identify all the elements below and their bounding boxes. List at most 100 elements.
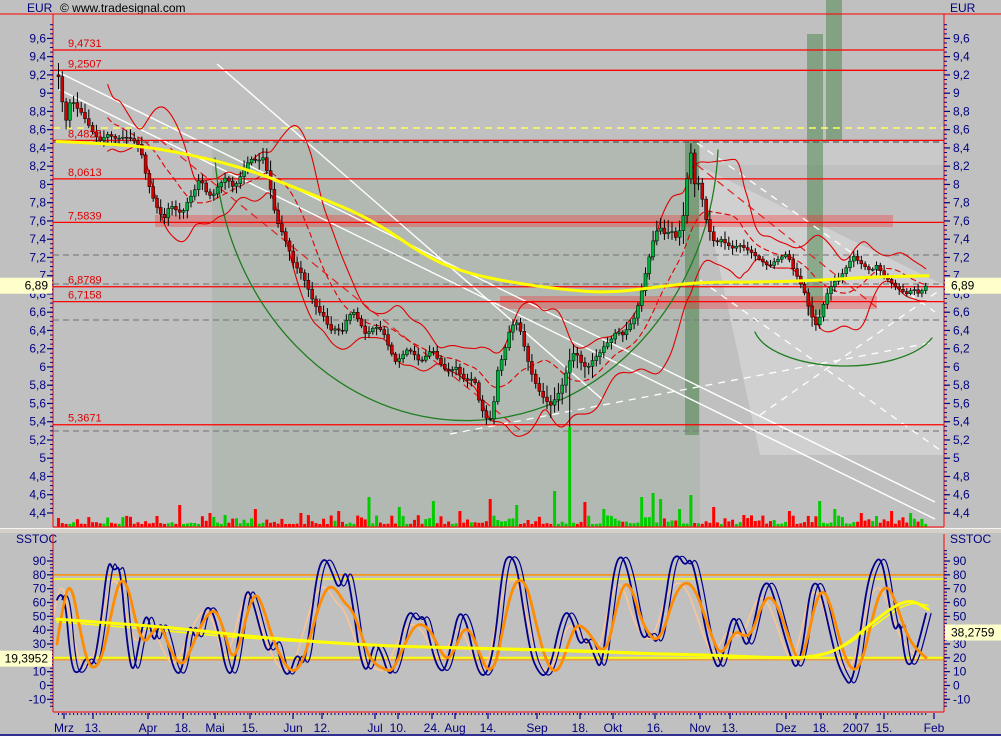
sstoc-y-tick-label: 60 <box>33 595 47 609</box>
main-y-tick-label: 7,4 <box>29 232 46 246</box>
sstoc-y-tick-label: 70 <box>33 582 47 596</box>
main-y-tick-label: 6,2 <box>29 342 46 356</box>
price-level-label: 6,8789 <box>68 275 102 287</box>
price-level-label: 9,4731 <box>68 38 102 50</box>
main-y-tick-label: 8 <box>39 177 46 191</box>
x-axis-label: 18. <box>813 721 830 735</box>
x-axis-label: 24. <box>424 721 441 735</box>
main-y-tick-label: 8,8 <box>953 104 970 118</box>
main-y-tick-label: 8,8 <box>29 104 46 118</box>
main-y-tick-label: 6,4 <box>953 323 970 337</box>
sstoc-y-tick-label: 10 <box>953 665 967 679</box>
x-axis-label: Nov <box>689 721 710 735</box>
price-level-label: 5,3671 <box>68 413 102 425</box>
main-y-tick-label: 9,2 <box>29 68 46 82</box>
main-y-tick-label: 6,2 <box>953 342 970 356</box>
main-y-tick-label: 4,8 <box>953 469 970 483</box>
main-y-tick-label: 4,4 <box>29 506 46 520</box>
x-axis-label: 15. <box>876 721 893 735</box>
main-y-tick-label: 4,6 <box>953 488 970 502</box>
main-y-tick-label: 9,6 <box>953 31 970 45</box>
sstoc-y-tick-label: 20 <box>953 651 967 665</box>
price-level-label: 7,5839 <box>68 210 102 222</box>
main-y-tick-label: 9,6 <box>29 31 46 45</box>
main-y-tick-label: 7,6 <box>29 214 46 228</box>
x-axis-label: Mai <box>205 721 224 735</box>
x-axis-label: Jun <box>283 721 302 735</box>
main-y-tick-label: 8,4 <box>29 141 46 155</box>
sstoc-y-tick-label: 60 <box>953 595 967 609</box>
sstoc-yellow-thick-line <box>57 601 928 657</box>
sstoc-y-tick-label: 50 <box>953 609 967 623</box>
sstoc-y-tick-label: 0 <box>39 678 46 692</box>
main-y-tick-label: 7,2 <box>953 250 970 264</box>
price-level-label: 6,7158 <box>68 290 102 302</box>
sstoc-y-tick-label: 90 <box>953 554 967 568</box>
sstoc-y-tick-label: 70 <box>953 582 967 596</box>
main-y-tick-label: 4,6 <box>29 488 46 502</box>
main-y-tick-label: 5,4 <box>29 415 46 429</box>
main-price-panel <box>53 0 944 527</box>
x-axis-label: Sep <box>526 721 548 735</box>
sstoc-y-tick-label: 90 <box>33 554 47 568</box>
x-axis-label: 10. <box>390 721 407 735</box>
price-level-label: 9,2507 <box>68 58 102 70</box>
main-y-tick-label: 4,4 <box>953 506 970 520</box>
main-y-tick-label: 6 <box>953 360 960 374</box>
main-y-tick-label: 7,6 <box>953 214 970 228</box>
x-axis-label: 13. <box>722 721 739 735</box>
sstoc-y-tick-label: 50 <box>33 609 47 623</box>
main-y-tick-label: 5 <box>953 451 960 465</box>
main-y-tick-label: 9 <box>39 86 46 100</box>
x-axis-label: Feb <box>924 721 945 735</box>
main-y-tick-label: 5 <box>39 451 46 465</box>
sstoc-tag-left-text: 19,3952 <box>5 652 49 666</box>
sstoc-tag-right-text: 38,2759 <box>951 626 995 640</box>
main-y-tick-label: 5,6 <box>29 396 46 410</box>
main-y-tick-label: 7,8 <box>29 196 46 210</box>
main-y-tick-label: 9,4 <box>953 50 970 64</box>
sstoc-y-tick-label: 80 <box>953 568 967 582</box>
main-y-tick-label: 8,2 <box>953 159 970 173</box>
x-axis-label: Aug <box>444 721 465 735</box>
main-y-tick-label: 8,6 <box>29 123 46 137</box>
main-y-tick-label: 6,6 <box>29 305 46 319</box>
main-y-tick-label: 7,4 <box>953 232 970 246</box>
main-y-tick-label: 9,2 <box>953 68 970 82</box>
main-y-tick-label: 8,4 <box>953 141 970 155</box>
main-y-tick-label: 4,8 <box>29 469 46 483</box>
main-y-tick-label: 5,6 <box>953 396 970 410</box>
signal-column <box>807 34 823 315</box>
x-axis-label: 18. <box>572 721 589 735</box>
sstoc-y-tick-label: -10 <box>953 692 971 706</box>
sstoc-y-tick-label: 30 <box>33 637 47 651</box>
main-y-tick-label: 6 <box>39 360 46 374</box>
current-price-tag-right-text: 6,89 <box>951 279 975 293</box>
price-level-label: 8,0613 <box>68 167 102 179</box>
main-y-tick-label: 8,2 <box>29 159 46 173</box>
price-level-label: 8,4825 <box>68 128 102 140</box>
chart-canvas[interactable]: 9,4731 9,2507 8,4825 8,0613 7,5839 6,8789 6,71… <box>0 0 1001 736</box>
sstoc-y-tick-label: 40 <box>33 623 47 637</box>
main-y-tick-label: 6,6 <box>953 305 970 319</box>
x-axis-label: Dez <box>775 721 796 735</box>
x-axis-label: Jul <box>367 721 382 735</box>
x-axis-label: Apr <box>139 721 158 735</box>
x-axis-label: 18. <box>175 721 192 735</box>
sstoc-y-tick-label: 0 <box>953 678 960 692</box>
main-y-tick-label: 9,4 <box>29 50 46 64</box>
main-y-tick-label: 5,8 <box>29 378 46 392</box>
sstoc-y-tick-label: -10 <box>29 692 47 706</box>
main-y-tick-label: 7,8 <box>953 196 970 210</box>
x-axis-label: 2007 <box>843 721 870 735</box>
main-y-tick-label: 6,4 <box>29 323 46 337</box>
x-axis-label: 13. <box>85 721 102 735</box>
x-axis-label: Okt <box>604 721 623 735</box>
main-y-tick-label: 5,2 <box>29 433 46 447</box>
main-y-tick-label: 8 <box>953 177 960 191</box>
x-axis-label: 14. <box>480 721 497 735</box>
tradesignal-chart-window: EUR © www.tradesignal.com EUR SSTOC SSTO… <box>0 0 1001 736</box>
sstoc-y-tick-label: 80 <box>33 568 47 582</box>
main-y-tick-label: 5,4 <box>953 415 970 429</box>
main-y-tick-label: 5,2 <box>953 433 970 447</box>
